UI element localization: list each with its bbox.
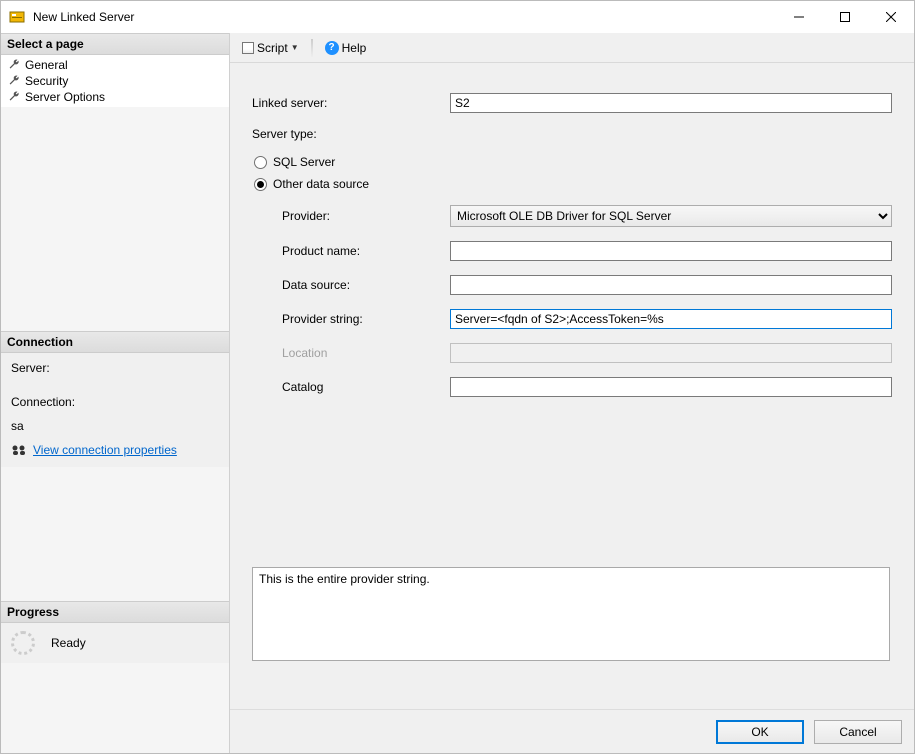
page-label: Security — [25, 74, 68, 88]
minimize-button[interactable] — [776, 1, 822, 33]
connection-panel: Server: Connection: sa View connection p… — [1, 353, 229, 467]
close-button[interactable] — [868, 1, 914, 33]
product-name-label: Product name: — [252, 244, 450, 258]
location-input — [450, 343, 892, 363]
toolbar-divider — [311, 39, 313, 57]
app-icon — [9, 9, 25, 25]
cancel-button[interactable]: Cancel — [814, 720, 902, 744]
location-label: Location — [252, 346, 450, 360]
server-type-label: Server type: — [252, 127, 450, 141]
window-title: New Linked Server — [33, 10, 776, 24]
form-area: Linked server: Server type: SQL Server O… — [230, 63, 914, 709]
radio-other-data-source[interactable]: Other data source — [254, 177, 892, 191]
sidebar: Select a page General Security Server Op… — [1, 33, 230, 753]
dialog-window: New Linked Server Select a page General — [0, 0, 915, 754]
page-general[interactable]: General — [1, 57, 229, 73]
radio-icon — [254, 156, 267, 169]
help-icon: ? — [325, 41, 339, 55]
page-label: General — [25, 58, 68, 72]
view-connection-properties-link[interactable]: View connection properties — [33, 443, 177, 457]
titlebar-buttons — [776, 1, 914, 33]
radio-sql-label: SQL Server — [273, 155, 335, 169]
data-source-label: Data source: — [252, 278, 450, 292]
product-name-input[interactable] — [450, 241, 892, 261]
provider-label: Provider: — [252, 209, 450, 223]
catalog-input[interactable] — [450, 377, 892, 397]
script-button[interactable]: Script ▼ — [238, 39, 303, 57]
button-bar: OK Cancel — [230, 709, 914, 753]
help-button[interactable]: ? Help — [321, 39, 371, 57]
description-panel: This is the entire provider string. — [252, 567, 890, 661]
server-label: Server: — [11, 361, 219, 375]
ok-button[interactable]: OK — [716, 720, 804, 744]
sidebar-spacer — [1, 467, 229, 601]
progress-spinner-icon — [11, 631, 35, 655]
linked-server-input[interactable] — [450, 93, 892, 113]
main-panel: Script ▼ ? Help Linked server: Server ty… — [230, 33, 914, 753]
help-label: Help — [342, 41, 367, 55]
radio-sql-server[interactable]: SQL Server — [254, 155, 892, 169]
page-server-options[interactable]: Server Options — [1, 89, 229, 105]
toolbar: Script ▼ ? Help — [230, 33, 914, 63]
page-label: Server Options — [25, 90, 105, 104]
radio-icon — [254, 178, 267, 191]
wrench-icon — [7, 90, 21, 104]
provider-string-input[interactable] — [450, 309, 892, 329]
data-source-input[interactable] — [450, 275, 892, 295]
progress-panel: Ready — [1, 623, 229, 663]
provider-combobox[interactable]: Microsoft OLE DB Driver for SQL Server — [450, 205, 892, 227]
description-text: This is the entire provider string. — [259, 572, 430, 586]
catalog-label: Catalog — [252, 380, 450, 394]
wrench-icon — [7, 74, 21, 88]
page-security[interactable]: Security — [1, 73, 229, 89]
sidebar-spacer — [1, 107, 229, 331]
sidebar-spacer — [1, 663, 229, 753]
provider-string-label: Provider string: — [252, 312, 450, 326]
connection-icon — [11, 444, 27, 456]
linked-server-label: Linked server: — [252, 96, 450, 110]
progress-status: Ready — [51, 636, 86, 650]
connection-label: Connection: — [11, 395, 219, 409]
wrench-icon — [7, 58, 21, 72]
connection-value: sa — [11, 419, 219, 433]
script-icon — [242, 42, 254, 54]
chevron-down-icon: ▼ — [291, 43, 299, 52]
select-page-header: Select a page — [1, 33, 229, 55]
page-list: General Security Server Options — [1, 55, 229, 107]
connection-header: Connection — [1, 331, 229, 353]
radio-other-label: Other data source — [273, 177, 369, 191]
progress-header: Progress — [1, 601, 229, 623]
script-label: Script — [257, 41, 288, 55]
maximize-button[interactable] — [822, 1, 868, 33]
titlebar: New Linked Server — [1, 1, 914, 33]
